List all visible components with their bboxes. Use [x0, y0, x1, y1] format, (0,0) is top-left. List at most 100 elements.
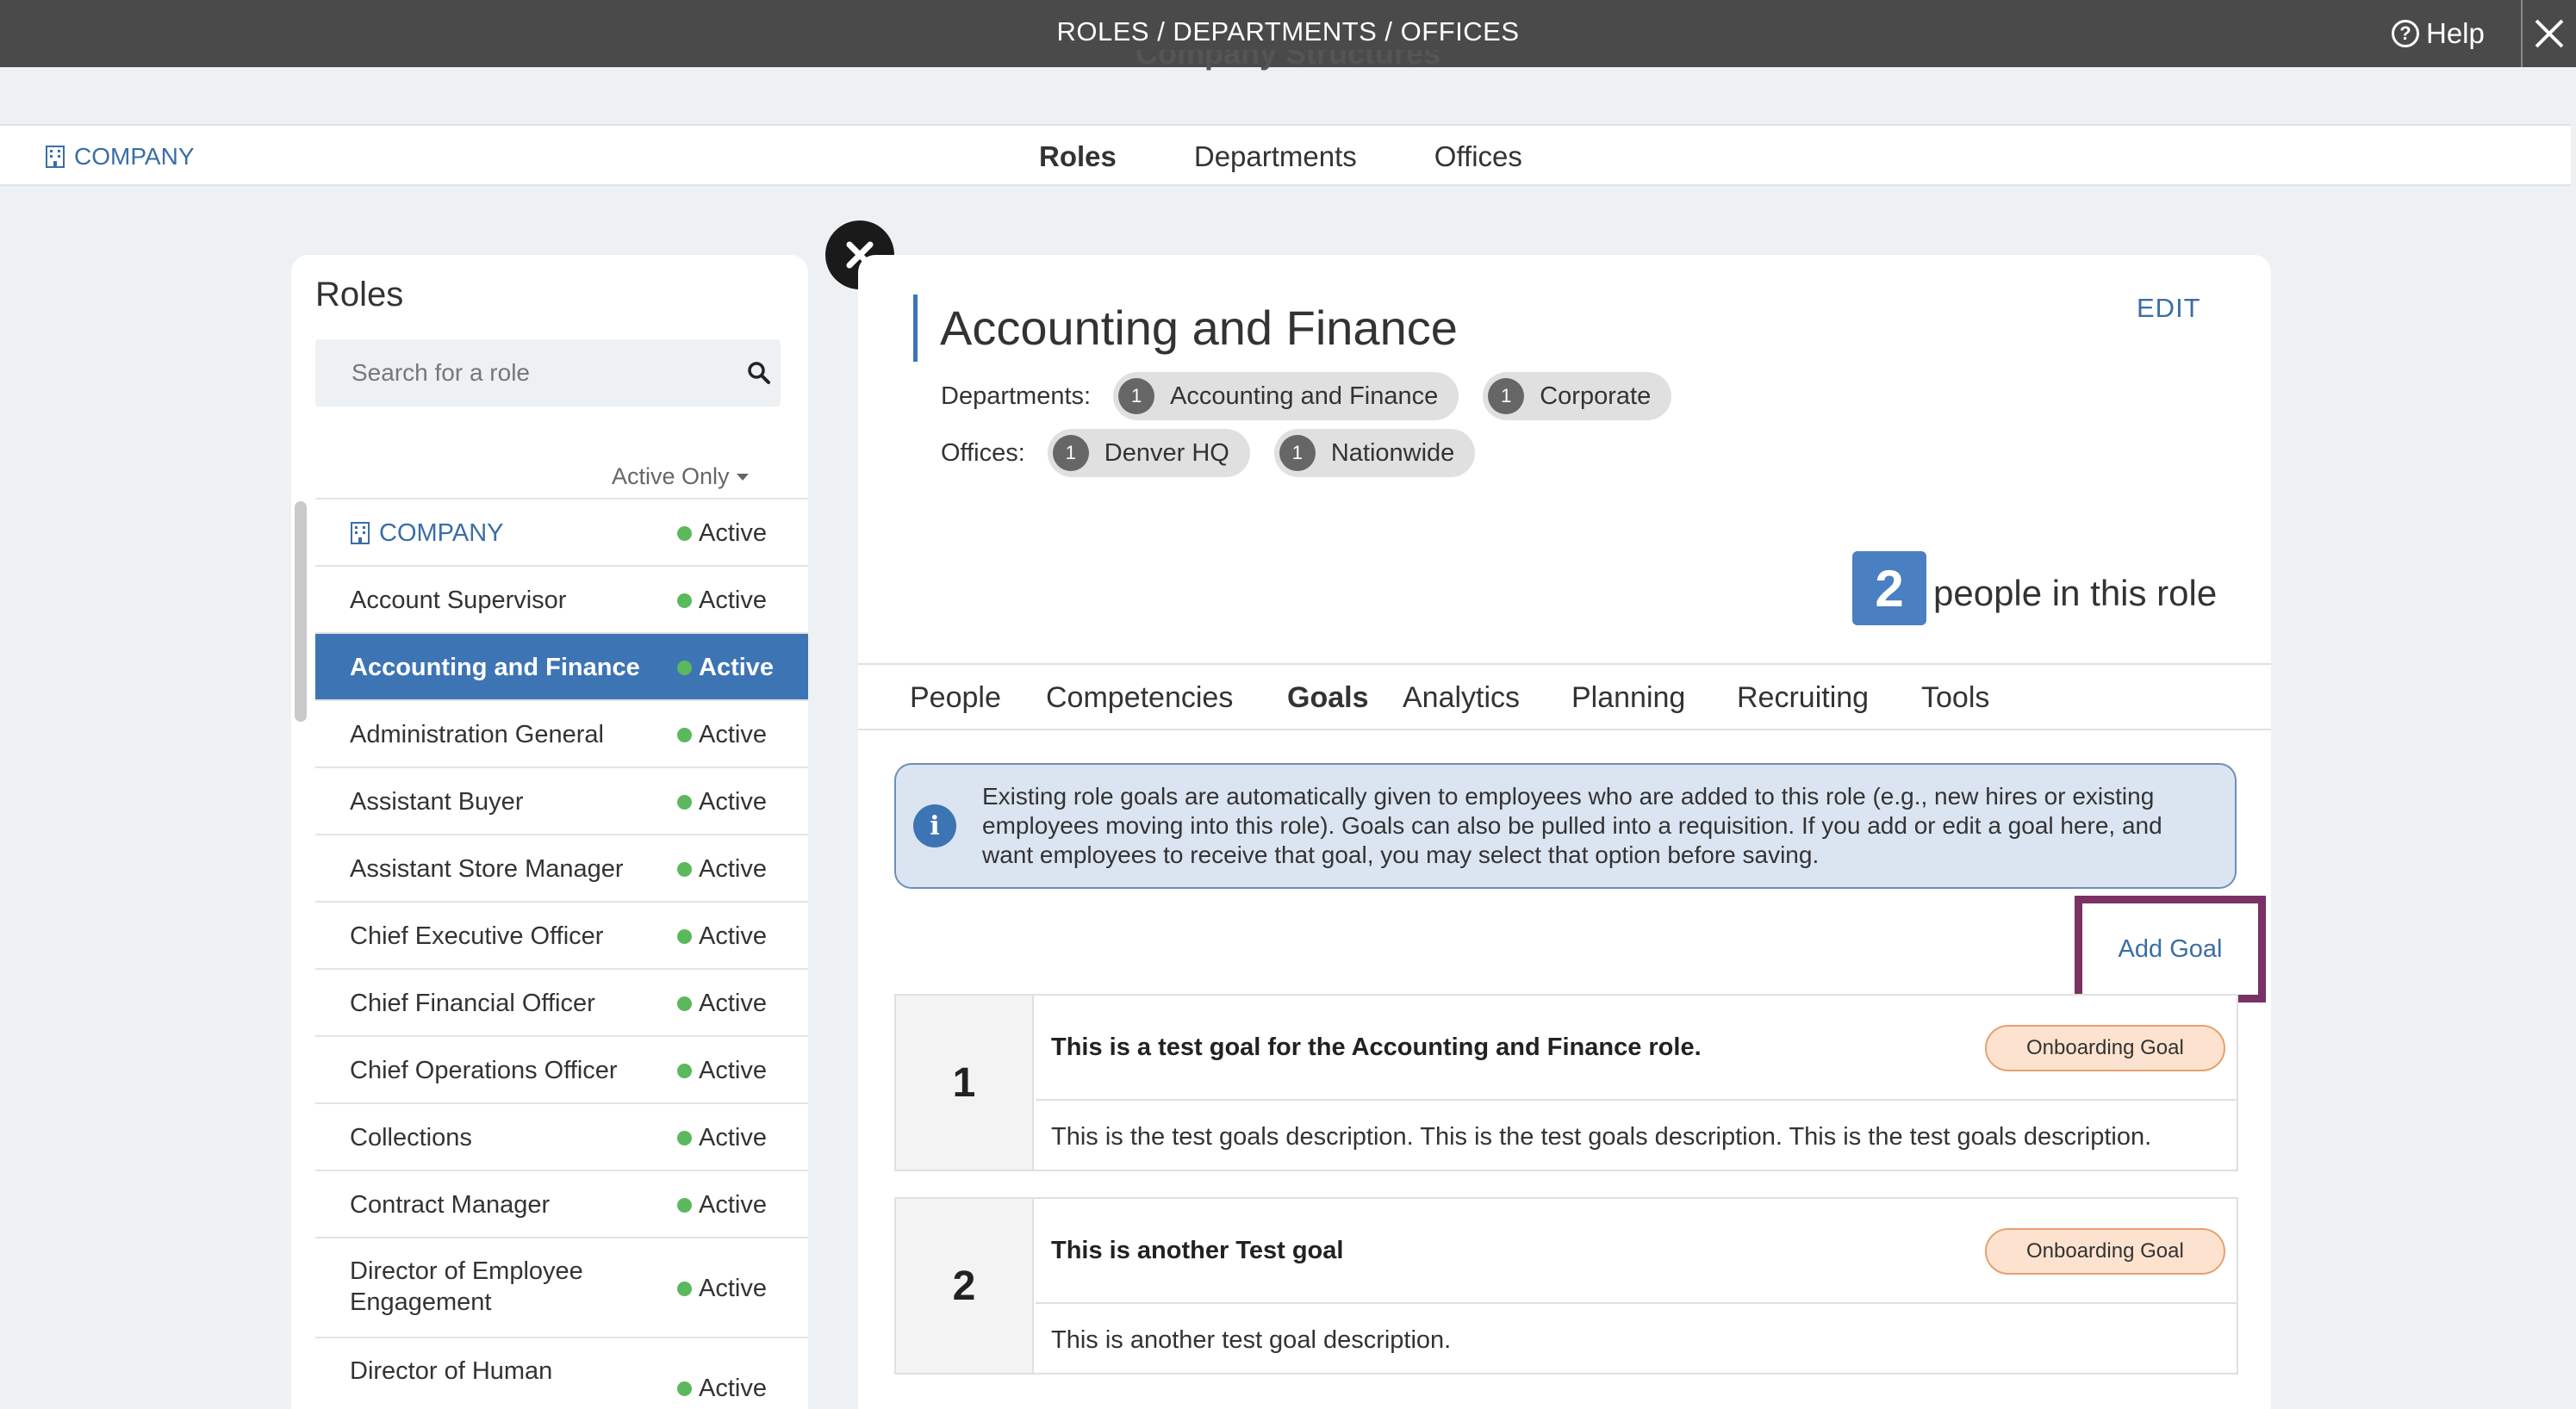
company-link[interactable]: COMPANY: [45, 126, 195, 188]
role-title: Accounting and Finance: [913, 295, 1458, 362]
status-badge: Active: [677, 768, 767, 835]
status-label: Active: [699, 1375, 767, 1402]
department-pill[interactable]: 1 Corporate: [1483, 372, 1672, 420]
tab-planning[interactable]: Planning: [1571, 665, 1685, 730]
active-filter-dropdown[interactable]: Active Only: [612, 463, 749, 490]
status-label: Active: [699, 788, 767, 816]
count-badge: 1: [1118, 378, 1155, 414]
status-label: Active: [699, 1275, 767, 1302]
goal-description: This is another test goal description.: [1051, 1326, 1452, 1354]
company-label: COMPANY: [74, 143, 195, 170]
close-icon: [2535, 19, 2564, 48]
status-label: Active: [699, 990, 767, 1017]
status-badge: Active: [677, 500, 767, 567]
status-dot-icon: [677, 1130, 692, 1145]
add-goal-button[interactable]: Add Goal: [2119, 935, 2223, 964]
role-search-input[interactable]: [315, 339, 729, 407]
status-label: Active: [699, 587, 767, 614]
status-badge: Active: [677, 1355, 767, 1409]
status-label: Active: [699, 922, 767, 950]
status-dot-icon: [677, 996, 692, 1011]
sub-navigation: COMPANY Roles Departments Offices: [0, 124, 2571, 186]
chevron-down-icon: [736, 473, 749, 481]
tab-roles[interactable]: Roles: [1039, 126, 1117, 188]
department-pill[interactable]: 1 Accounting and Finance: [1113, 372, 1459, 420]
goal-card[interactable]: 2 This is another Test goal Onboarding G…: [894, 1197, 2238, 1375]
role-item[interactable]: Chief Executive Officer Active: [315, 901, 808, 968]
tab-goals[interactable]: Goals: [1287, 665, 1368, 730]
role-search: [315, 339, 781, 407]
role-item[interactable]: Account Supervisor Active: [315, 565, 808, 632]
goal-card[interactable]: 1 This is a test goal for the Accounting…: [894, 994, 2238, 1171]
role-item-label: Director of Employee Engagement: [350, 1257, 583, 1316]
goal-title: This is a test goal for the Accounting a…: [1051, 1033, 1702, 1061]
status-badge: Active: [677, 970, 767, 1037]
edit-button[interactable]: EDIT: [2137, 293, 2201, 324]
role-item-label: Chief Operations Officer: [350, 1057, 618, 1084]
role-item[interactable]: Assistant Buyer Active: [315, 767, 808, 834]
office-pill[interactable]: 1 Nationwide: [1273, 429, 1476, 477]
goal-title: This is another Test goal: [1051, 1237, 1344, 1264]
status-dot-icon: [677, 660, 692, 675]
tab-offices[interactable]: Offices: [1434, 126, 1522, 188]
status-dot-icon: [677, 525, 692, 541]
office-name: Nationwide: [1330, 438, 1455, 467]
role-item[interactable]: Director of Human Active: [315, 1337, 808, 1409]
search-icon[interactable]: [746, 360, 772, 386]
departments-label: Departments:: [941, 382, 1092, 410]
status-label: Active: [699, 519, 767, 547]
tab-tools[interactable]: Tools: [1921, 665, 1989, 730]
role-list: COMPANY Active Account Supervisor Active…: [315, 498, 808, 1409]
status-badge: Active: [677, 567, 767, 634]
status-label: Active: [699, 654, 775, 681]
status-dot-icon: [677, 1063, 692, 1078]
tab-people[interactable]: People: [910, 665, 1001, 730]
role-item[interactable]: Collections Active: [315, 1102, 808, 1170]
roles-panel: Roles Active Only COMPANY Active: [291, 255, 808, 1409]
tab-competencies[interactable]: Competencies: [1046, 665, 1233, 730]
status-badge: Active: [677, 701, 767, 768]
status-dot-icon: [677, 1197, 692, 1213]
role-item-label: COMPANY: [379, 519, 504, 547]
status-label: Active: [699, 721, 767, 748]
offices-row: Offices: 1 Denver HQ 1 Nationwide: [941, 429, 1485, 477]
role-item[interactable]: Administration General Active: [315, 699, 808, 767]
count-badge: 1: [1488, 378, 1525, 414]
status-badge: Active: [677, 903, 767, 970]
role-item-selected[interactable]: Accounting and Finance Active: [315, 632, 808, 699]
roles-heading: Roles: [315, 276, 404, 313]
role-item[interactable]: Director of Employee Engagement Active: [315, 1237, 808, 1337]
role-item[interactable]: Contract Manager Active: [315, 1170, 808, 1237]
role-list-scrollbar[interactable]: [293, 501, 307, 1409]
count-badge: 1: [1279, 435, 1316, 471]
role-item-label: Assistant Store Manager: [350, 855, 624, 883]
status-dot-icon: [677, 794, 692, 810]
tab-analytics[interactable]: Analytics: [1403, 665, 1520, 730]
status-label: Active: [699, 1191, 767, 1219]
role-item-label: Director of Human: [350, 1357, 553, 1385]
role-item[interactable]: Chief Financial Officer Active: [315, 968, 808, 1035]
role-item[interactable]: Chief Operations Officer Active: [315, 1035, 808, 1102]
role-item-label: Chief Financial Officer: [350, 990, 595, 1017]
role-item[interactable]: Assistant Store Manager Active: [315, 834, 808, 901]
help-icon: ?: [2392, 20, 2419, 47]
status-badge: Active: [677, 1037, 767, 1104]
people-count: 2 people in this role: [1852, 551, 2217, 625]
goal-number: 2: [896, 1199, 1034, 1373]
info-icon: i: [913, 804, 956, 847]
department-name: Corporate: [1540, 382, 1652, 410]
offices-label: Offices:: [941, 438, 1025, 467]
status-dot-icon: [677, 1381, 692, 1396]
role-item-label: Assistant Buyer: [350, 788, 524, 816]
tab-departments[interactable]: Departments: [1194, 126, 1357, 188]
building-icon: [351, 522, 370, 544]
role-item-label: Collections: [350, 1124, 472, 1151]
status-dot-icon: [677, 861, 692, 877]
people-count-number: 2: [1852, 551, 1926, 625]
role-item-company[interactable]: COMPANY Active: [315, 498, 808, 565]
department-name: Accounting and Finance: [1170, 382, 1439, 410]
office-name: Denver HQ: [1104, 438, 1229, 467]
office-pill[interactable]: 1 Denver HQ: [1047, 429, 1250, 477]
tab-recruiting[interactable]: Recruiting: [1737, 665, 1869, 730]
scrollbar-thumb[interactable]: [295, 501, 307, 722]
